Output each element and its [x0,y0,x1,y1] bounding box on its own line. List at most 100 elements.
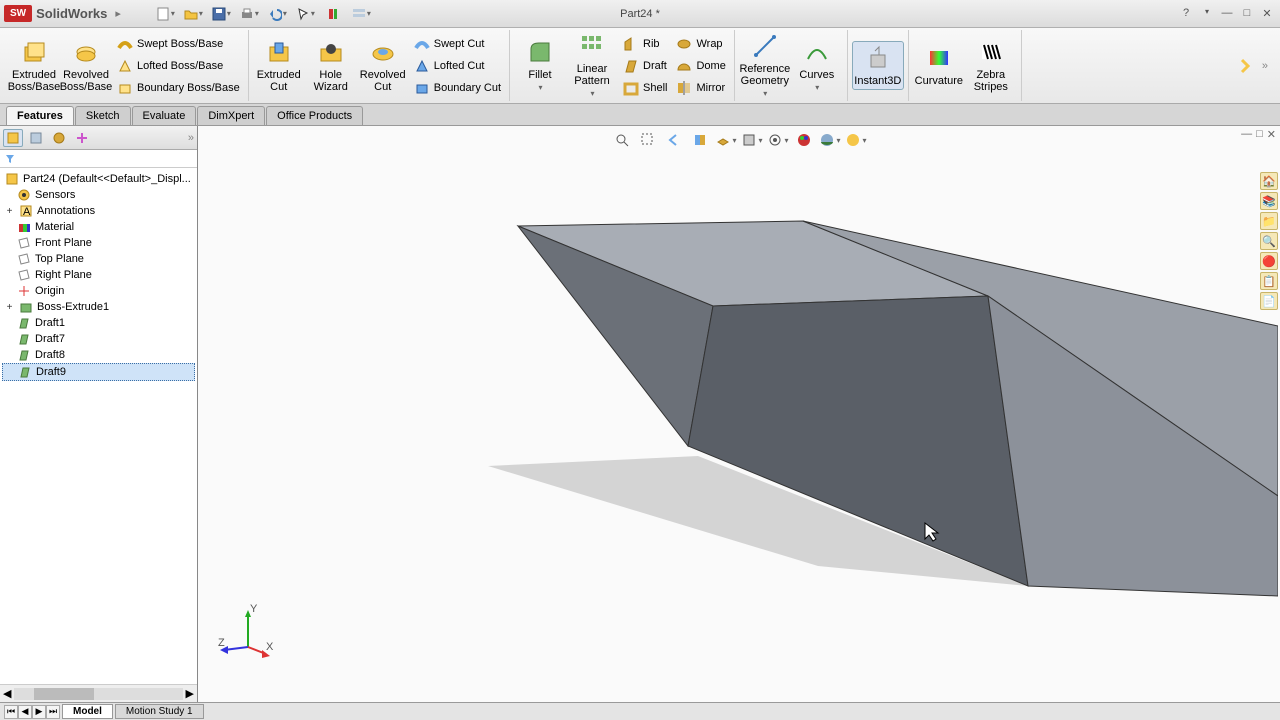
origin-icon [16,284,32,298]
mouse-cursor-icon [923,521,941,543]
nav-next-icon[interactable]: ▶ [32,705,46,719]
tab-sketch[interactable]: Sketch [75,106,131,125]
swept-boss-button[interactable]: Swept Boss/Base [114,34,242,54]
tree-item[interactable]: +Boss-Extrude1 [2,299,195,315]
property-manager-tab-icon[interactable] [26,129,46,147]
app-logo: SW [4,5,32,22]
extruded-cut-button[interactable]: Extruded Cut [253,36,305,95]
new-doc-icon[interactable]: ▾ [155,4,175,24]
minimize-icon[interactable]: — [1220,7,1234,20]
curvature-button[interactable]: Curvature [913,42,965,89]
lofted-boss-button[interactable]: Lofted Boss/Base [114,56,242,76]
svg-text:A: A [23,206,31,218]
tree-item[interactable]: Draft7 [2,331,195,347]
draft-button[interactable]: Draft [620,56,669,76]
feature-manager-tab-icon[interactable] [3,129,23,147]
tree-item[interactable]: +AAnnotations [2,203,195,219]
graphics-viewport[interactable]: ▾ ▾ ▾ ▾ ▾ — □ ✕ [198,126,1280,702]
tree-item[interactable]: Material [2,219,195,235]
window-buttons: ?▾ — □ ✕ [1179,7,1274,20]
tab-evaluate[interactable]: Evaluate [132,106,197,125]
tree-item[interactable]: Front Plane [2,235,195,251]
tree-root[interactable]: Part24 (Default<<Default>_Displ... [2,171,195,187]
tree-item[interactable]: Origin [2,283,195,299]
tab-features[interactable]: Features [6,106,74,125]
app-brand: SolidWorks [36,6,107,21]
undo-icon[interactable]: ▾ [267,4,287,24]
save-icon[interactable]: ▾ [211,4,231,24]
linear-pattern-button[interactable]: Linear Pattern▾ [566,30,618,101]
tab-nav-buttons: ⏮ ◀ ▶ ⏭ [4,705,60,719]
tree-scrollbar[interactable]: ◀▶ [0,684,197,702]
maximize-icon[interactable]: □ [1240,7,1254,20]
mirror-button[interactable]: Mirror [673,78,727,98]
svg-text:X: X [266,641,274,653]
help-icon[interactable]: ? [1179,7,1193,20]
nav-prev-icon[interactable]: ◀ [18,705,32,719]
panel-tabs: » [0,126,197,150]
revolved-boss-button[interactable]: Revolved Boss/Base [60,36,112,95]
tab-dimxpert[interactable]: DimXpert [197,106,265,125]
open-doc-icon[interactable]: ▾ [183,4,203,24]
rib-button[interactable]: Rib [620,34,669,54]
brand-menu-arrow-icon[interactable]: ▸ [115,7,121,20]
macro-stop-icon[interactable] [323,4,343,24]
boundary-cut-button[interactable]: Boundary Cut [411,78,503,98]
titlebar: SW SolidWorks ▸ ▾ ▾ ▾ ▾ ▾ ▾ ▾ Part24 * ?… [0,0,1280,28]
config-manager-tab-icon[interactable] [49,129,69,147]
wrap-button[interactable]: Wrap [673,34,727,54]
main-area: » Part24 (Default<<Default>_Displ... Sen… [0,126,1280,702]
reference-geometry-button[interactable]: Reference Geometry▾ [739,30,791,101]
print-icon[interactable]: ▾ [239,4,259,24]
document-recovery-tab-icon[interactable]: 📄 [1260,292,1278,310]
tab-office-products[interactable]: Office Products [266,106,363,125]
close-icon[interactable]: ✕ [1260,7,1274,20]
custom-props-tab-icon[interactable]: 📋 [1260,272,1278,290]
nav-last-icon[interactable]: ⏭ [46,705,60,719]
draft-icon [17,365,33,379]
dimxpert-manager-tab-icon[interactable] [72,129,92,147]
plane-icon [16,252,32,266]
ribbon-expand-icon[interactable]: » [1228,30,1276,101]
bottom-tab-motion-study[interactable]: Motion Study 1 [115,704,204,719]
curves-button[interactable]: Curves▾ [791,36,843,95]
tree-item[interactable]: Draft1 [2,315,195,331]
feature-tree: Part24 (Default<<Default>_Displ... Senso… [0,168,197,684]
view-palette-tab-icon[interactable]: 🔍 [1260,232,1278,250]
swept-cut-button[interactable]: Swept Cut [411,34,503,54]
resources-tab-icon[interactable]: 🏠 [1260,172,1278,190]
bottom-tab-model[interactable]: Model [62,704,113,719]
tree-item[interactable]: Right Plane [2,267,195,283]
nav-first-icon[interactable]: ⏮ [4,705,18,719]
plane-icon [16,236,32,250]
zebra-stripes-button[interactable]: Zebra Stripes [965,36,1017,95]
model-render [198,126,1278,686]
file-explorer-tab-icon[interactable]: 📁 [1260,212,1278,230]
options-icon[interactable]: ▾ [351,4,371,24]
extruded-boss-button[interactable]: Extruded Boss/Base [8,36,60,95]
sensors-icon [16,188,32,202]
annotations-icon: A [18,204,34,218]
fillet-button[interactable]: Fillet▾ [514,36,566,95]
shell-button[interactable]: Shell [620,78,669,98]
appearances-tab-icon[interactable]: 🔴 [1260,252,1278,270]
design-library-tab-icon[interactable]: 📚 [1260,192,1278,210]
feature-icon [18,300,34,314]
lofted-cut-button[interactable]: Lofted Cut [411,56,503,76]
dome-button[interactable]: Dome [673,56,727,76]
draft-icon [16,332,32,346]
tree-item[interactable]: Draft8 [2,347,195,363]
select-icon[interactable]: ▾ [295,4,315,24]
tree-filter-bar[interactable] [0,150,197,168]
document-title: Part24 * [620,8,660,20]
hole-wizard-button[interactable]: Hole Wizard [305,36,357,95]
panel-collapse-icon[interactable]: » [188,132,194,144]
tree-item[interactable]: Sensors [2,187,195,203]
boundary-boss-button[interactable]: Boundary Boss/Base [114,78,242,98]
instant3d-button[interactable]: Instant3D [852,41,904,90]
tree-item[interactable]: Top Plane [2,251,195,267]
orientation-triad[interactable]: Y Z X [218,602,278,662]
svg-text:Y: Y [250,603,258,615]
tree-item[interactable]: Draft9 [2,363,195,381]
revolved-cut-button[interactable]: Revolved Cut [357,36,409,95]
